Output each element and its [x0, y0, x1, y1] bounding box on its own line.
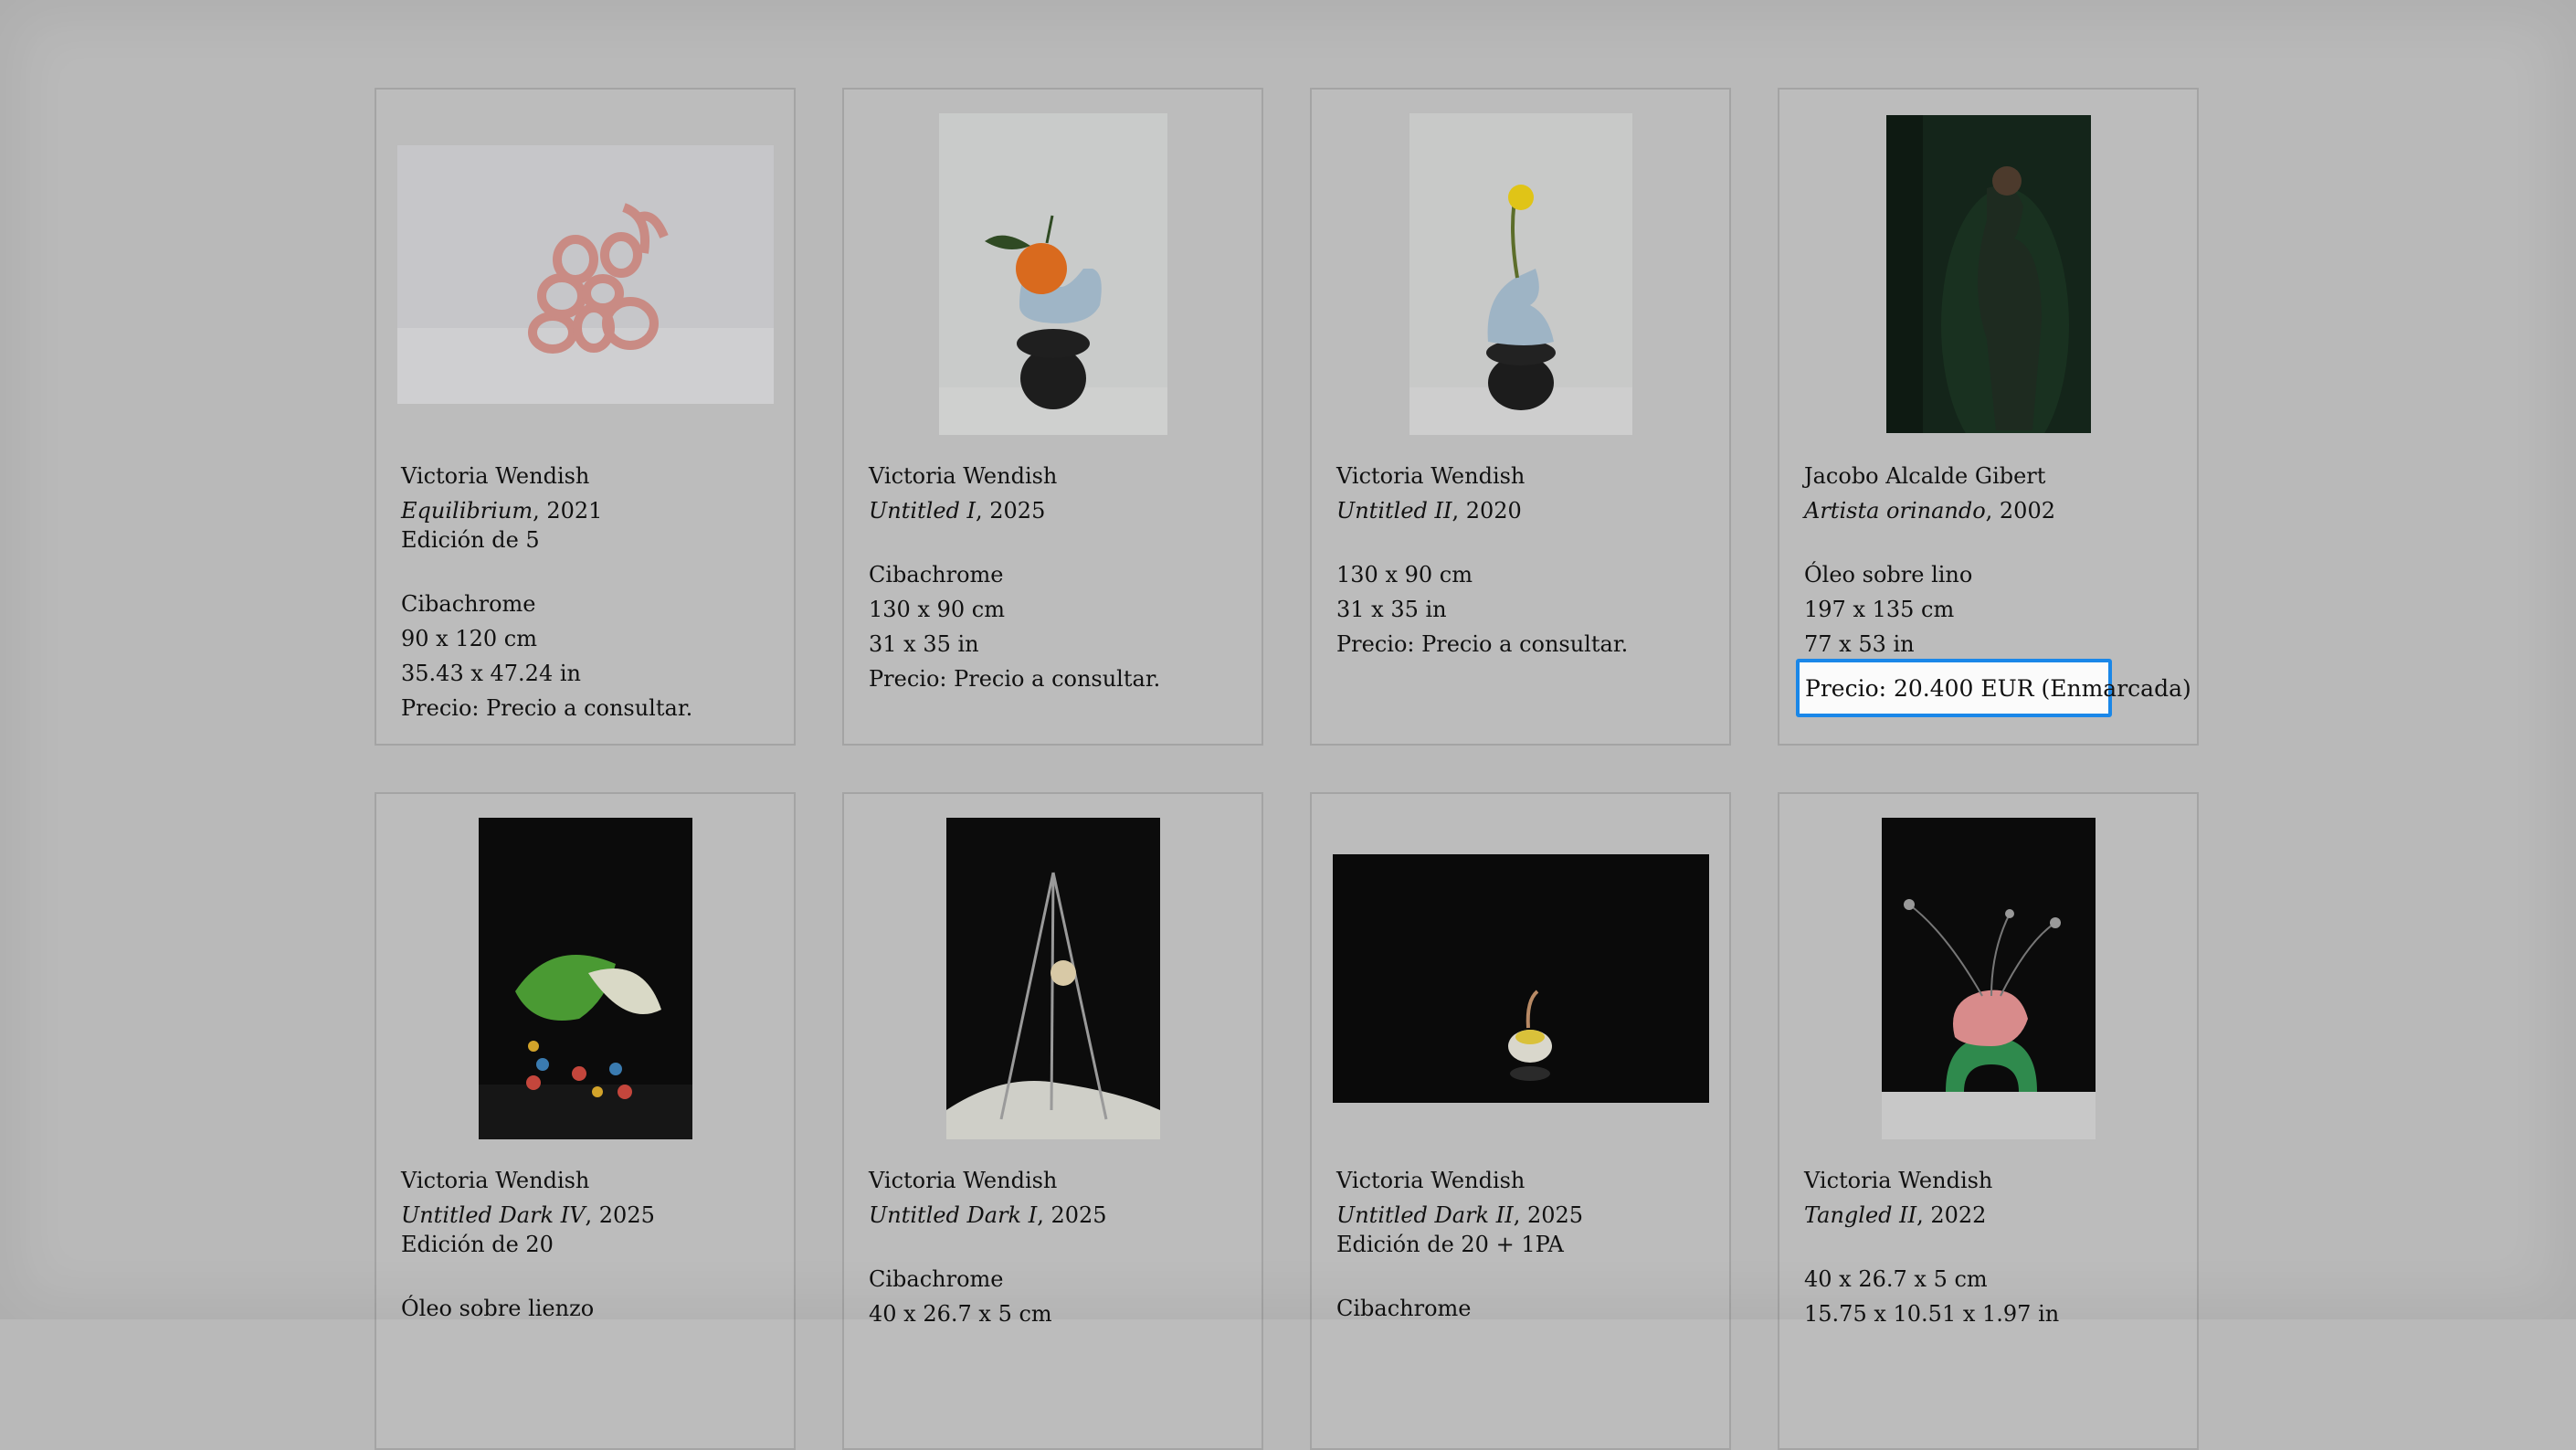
artist-name: Jacobo Alcalde Gibert [1804, 463, 2046, 489]
size-in: 77 x 53 in [1804, 631, 1915, 657]
medium: Cibachrome [401, 591, 536, 617]
artwork-card[interactable]: Victoria Wendish Untitled II, 2020 130 x… [1310, 88, 1731, 746]
artwork-card[interactable]: Jacobo Alcalde Gibert Artista orinando, … [1778, 88, 2199, 746]
artist-name: Victoria Wendish [1336, 463, 1526, 489]
artwork-card[interactable]: Victoria Wendish Untitled Dark IV, 2025 … [375, 792, 796, 1450]
artwork-image[interactable] [1885, 115, 2091, 433]
size-cm: 197 x 135 cm [1804, 597, 1955, 622]
medium: Cibachrome [1336, 1296, 1472, 1321]
artwork-grid: Victoria Wendish Equilibrium, 2021 Edici… [375, 88, 2199, 1450]
artwork-card[interactable]: Victoria Wendish Untitled I, 2025 Cibach… [842, 88, 1263, 746]
artwork-title: Untitled Dark I, 2025 [869, 1202, 1107, 1228]
artwork-image[interactable] [478, 818, 692, 1139]
size-cm: 130 x 90 cm [1336, 562, 1473, 587]
artwork-image[interactable] [945, 818, 1160, 1139]
artwork-image[interactable] [396, 144, 774, 404]
size-cm: 40 x 26.7 x 5 cm [869, 1301, 1052, 1327]
artwork-image[interactable] [1881, 818, 2096, 1139]
price: Precio: 20.400 EUR (Enmarcada) [1805, 675, 2191, 702]
artwork-title: Artista orinando, 2002 [1804, 498, 2055, 524]
artwork-image[interactable] [1409, 113, 1632, 435]
medium: Óleo sobre lienzo [401, 1296, 595, 1321]
artist-name: Victoria Wendish [869, 1168, 1058, 1193]
size-cm: 130 x 90 cm [869, 597, 1005, 622]
medium: Óleo sobre lino [1804, 562, 1973, 587]
artwork-card[interactable]: Victoria Wendish Tangled II, 2022 40 x 2… [1778, 792, 2199, 1450]
price: Precio: Precio a consultar. [869, 666, 1161, 692]
artwork-card[interactable]: Victoria Wendish Equilibrium, 2021 Edici… [375, 88, 796, 746]
artwork-card[interactable]: Victoria Wendish Untitled Dark II, 2025 … [1310, 792, 1731, 1450]
artwork-image[interactable] [1332, 854, 1709, 1103]
artwork-image[interactable] [938, 113, 1167, 435]
artist-name: Victoria Wendish [1804, 1168, 1993, 1193]
price-highlight[interactable]: Precio: 20.400 EUR (Enmarcada) [1796, 659, 2191, 717]
artwork-card[interactable]: Victoria Wendish Untitled Dark I, 2025 C… [842, 792, 1263, 1450]
artwork-title: Untitled I, 2025 [869, 498, 1046, 524]
size-cm: 40 x 26.7 x 5 cm [1804, 1266, 1988, 1292]
artist-name: Victoria Wendish [1336, 1168, 1526, 1193]
artist-name: Victoria Wendish [869, 463, 1058, 489]
size-in: 35.43 x 47.24 in [401, 661, 581, 686]
size-in: 31 x 35 in [869, 631, 979, 657]
edition: Edición de 20 + 1PA [1336, 1232, 1564, 1257]
artist-name: Victoria Wendish [401, 1168, 590, 1193]
size-in: 15.75 x 10.51 x 1.97 in [1804, 1301, 2060, 1327]
medium: Cibachrome [869, 1266, 1004, 1292]
price: Precio: Precio a consultar. [401, 695, 693, 721]
price: Precio: Precio a consultar. [1336, 631, 1629, 657]
size-in: 31 x 35 in [1336, 597, 1447, 622]
artwork-title: Untitled II, 2020 [1336, 498, 1522, 524]
artwork-title: Tangled II, 2022 [1804, 1202, 1987, 1228]
size-cm: 90 x 120 cm [401, 626, 537, 651]
artist-name: Victoria Wendish [401, 463, 590, 489]
medium: Cibachrome [869, 562, 1004, 587]
